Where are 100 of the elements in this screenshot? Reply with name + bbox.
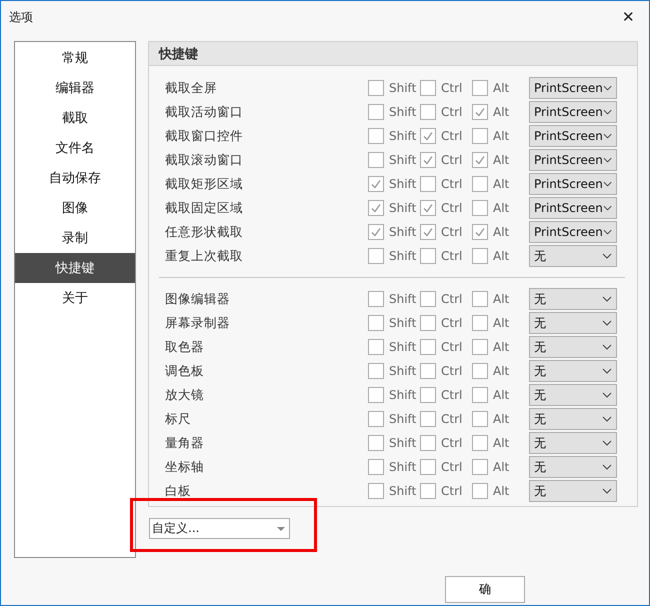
checkbox-label: Alt (493, 364, 510, 378)
checkbox[interactable] (368, 387, 384, 403)
checkbox-label: Ctrl (441, 177, 462, 191)
checkbox[interactable] (420, 104, 436, 120)
checkbox[interactable] (368, 339, 384, 355)
key-dropdown[interactable]: 无 (529, 312, 617, 334)
checkbox[interactable] (472, 248, 488, 264)
key-dropdown[interactable]: 无 (529, 480, 617, 502)
chevron-down-icon (602, 440, 612, 446)
sidebar-item[interactable]: 常规 (15, 43, 135, 73)
checkbox[interactable] (472, 459, 488, 475)
checkbox[interactable] (368, 224, 384, 240)
checkbox[interactable] (368, 248, 384, 264)
shortcut-label: 截取活动窗口 (165, 104, 244, 120)
sidebar-item[interactable]: 图像 (15, 193, 135, 223)
checkbox[interactable] (472, 128, 488, 144)
checkbox[interactable] (472, 291, 488, 307)
checkbox[interactable] (420, 224, 436, 240)
checkbox[interactable] (420, 80, 436, 96)
checkbox[interactable] (472, 387, 488, 403)
dialog-button[interactable]: 确 (445, 576, 525, 603)
checkbox[interactable] (420, 152, 436, 168)
chevron-down-icon (602, 416, 612, 422)
checkbox[interactable] (368, 128, 384, 144)
checkbox[interactable] (472, 104, 488, 120)
checkbox[interactable] (420, 483, 436, 499)
checkbox[interactable] (472, 80, 488, 96)
chevron-down-icon (602, 109, 612, 115)
key-dropdown[interactable]: 无 (529, 408, 617, 430)
checkbox-label: Alt (493, 316, 510, 330)
checkbox-label: Alt (493, 81, 510, 95)
key-dropdown[interactable]: PrintScreen (529, 221, 617, 243)
checkbox[interactable] (368, 200, 384, 216)
checkbox[interactable] (368, 483, 384, 499)
checkbox[interactable] (420, 435, 436, 451)
checkbox[interactable] (420, 411, 436, 427)
shortcut-label: 标尺 (165, 410, 192, 428)
close-button[interactable]: ✕ (618, 8, 639, 26)
sidebar-item[interactable]: 关于 (15, 283, 135, 313)
checkbox-label: Shift (389, 129, 416, 143)
checkbox[interactable] (420, 363, 436, 379)
sidebar-item[interactable]: 快捷键 (15, 253, 135, 283)
checkbox[interactable] (472, 224, 488, 240)
checkbox[interactable] (472, 411, 488, 427)
shortcut-label: 放大镜 (165, 386, 205, 404)
sidebar-item[interactable]: 自动保存 (15, 163, 135, 193)
key-dropdown[interactable]: PrintScreen (529, 77, 617, 99)
checkbox-label: Ctrl (441, 129, 462, 143)
preset-dropdown[interactable]: 自定义... (149, 518, 290, 539)
checkbox[interactable] (420, 200, 436, 216)
checkbox[interactable] (368, 459, 384, 475)
checkbox-label: Ctrl (441, 249, 462, 263)
sidebar-item[interactable]: 录制 (15, 223, 135, 253)
checkbox-label: Alt (493, 484, 510, 498)
key-dropdown[interactable]: 无 (529, 336, 617, 358)
chevron-down-icon (602, 320, 612, 326)
checkbox[interactable] (368, 291, 384, 307)
key-dropdown[interactable]: 无 (529, 245, 617, 267)
checkbox-label: Shift (389, 388, 416, 402)
checkbox[interactable] (472, 200, 488, 216)
checkbox[interactable] (472, 176, 488, 192)
checkbox[interactable] (472, 435, 488, 451)
checkbox[interactable] (368, 363, 384, 379)
checkbox[interactable] (472, 363, 488, 379)
checkbox[interactable] (472, 152, 488, 168)
checkbox[interactable] (472, 315, 488, 331)
checkbox[interactable] (472, 483, 488, 499)
chevron-down-icon (602, 157, 612, 163)
checkbox[interactable] (368, 80, 384, 96)
checkbox[interactable] (420, 339, 436, 355)
checkbox[interactable] (472, 339, 488, 355)
key-dropdown[interactable]: 无 (529, 432, 617, 454)
checkbox[interactable] (420, 128, 436, 144)
sidebar-item[interactable]: 截取 (15, 103, 135, 133)
key-dropdown[interactable]: PrintScreen (529, 149, 617, 171)
checkbox[interactable] (420, 291, 436, 307)
key-dropdown[interactable]: 无 (529, 288, 617, 310)
sidebar-item[interactable]: 文件名 (15, 133, 135, 163)
key-dropdown[interactable]: PrintScreen (529, 125, 617, 147)
checkbox[interactable] (368, 411, 384, 427)
sidebar-item[interactable]: 编辑器 (15, 73, 135, 103)
key-dropdown[interactable]: 无 (529, 384, 617, 406)
checkbox-label: Alt (493, 201, 510, 215)
checkbox[interactable] (420, 248, 436, 264)
checkbox[interactable] (368, 152, 384, 168)
key-dropdown[interactable]: 无 (529, 456, 617, 478)
key-dropdown[interactable]: 无 (529, 360, 617, 382)
checkbox[interactable] (368, 435, 384, 451)
checkbox[interactable] (420, 315, 436, 331)
checkbox-label: Alt (493, 436, 510, 450)
checkbox[interactable] (420, 387, 436, 403)
check-icon (422, 130, 434, 142)
checkbox[interactable] (420, 176, 436, 192)
key-dropdown[interactable]: PrintScreen (529, 173, 617, 195)
checkbox[interactable] (368, 176, 384, 192)
key-dropdown[interactable]: PrintScreen (529, 101, 617, 123)
key-dropdown[interactable]: PrintScreen (529, 197, 617, 219)
checkbox[interactable] (368, 315, 384, 331)
checkbox[interactable] (368, 104, 384, 120)
checkbox[interactable] (420, 459, 436, 475)
